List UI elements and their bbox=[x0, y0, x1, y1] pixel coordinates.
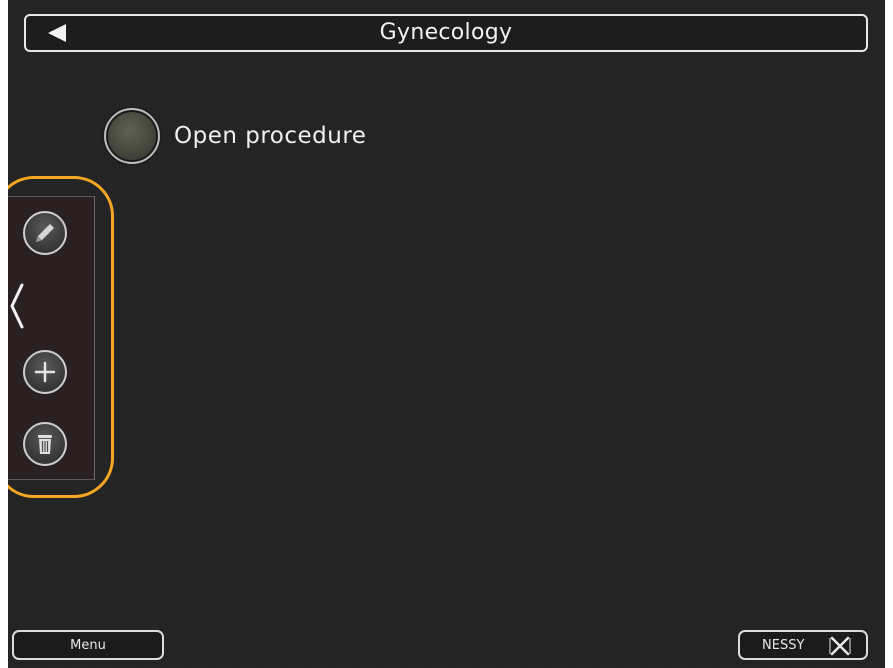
screen: Gynecology Open procedure Menu NESSY bbox=[8, 0, 885, 668]
header-bar: Gynecology bbox=[24, 14, 868, 52]
nessy-button[interactable]: NESSY bbox=[738, 630, 868, 660]
procedure-radio[interactable] bbox=[104, 108, 160, 164]
trash-icon bbox=[38, 435, 52, 454]
pencil-icon bbox=[36, 224, 54, 242]
plus-icon bbox=[34, 361, 56, 383]
menu-button[interactable]: Menu bbox=[12, 630, 164, 660]
nessy-label: NESSY bbox=[762, 637, 805, 653]
procedure-option[interactable]: Open procedure bbox=[104, 108, 366, 164]
delete-button[interactable] bbox=[23, 422, 67, 466]
add-button[interactable] bbox=[23, 350, 67, 394]
procedure-label: Open procedure bbox=[174, 123, 367, 149]
menu-label: Menu bbox=[70, 637, 106, 653]
side-action-panel bbox=[8, 196, 95, 480]
edit-button[interactable] bbox=[23, 211, 67, 255]
chevron-left-icon bbox=[10, 283, 24, 329]
collapse-panel-button[interactable] bbox=[8, 281, 28, 331]
page-title: Gynecology bbox=[379, 20, 513, 45]
x-icon bbox=[829, 636, 851, 656]
